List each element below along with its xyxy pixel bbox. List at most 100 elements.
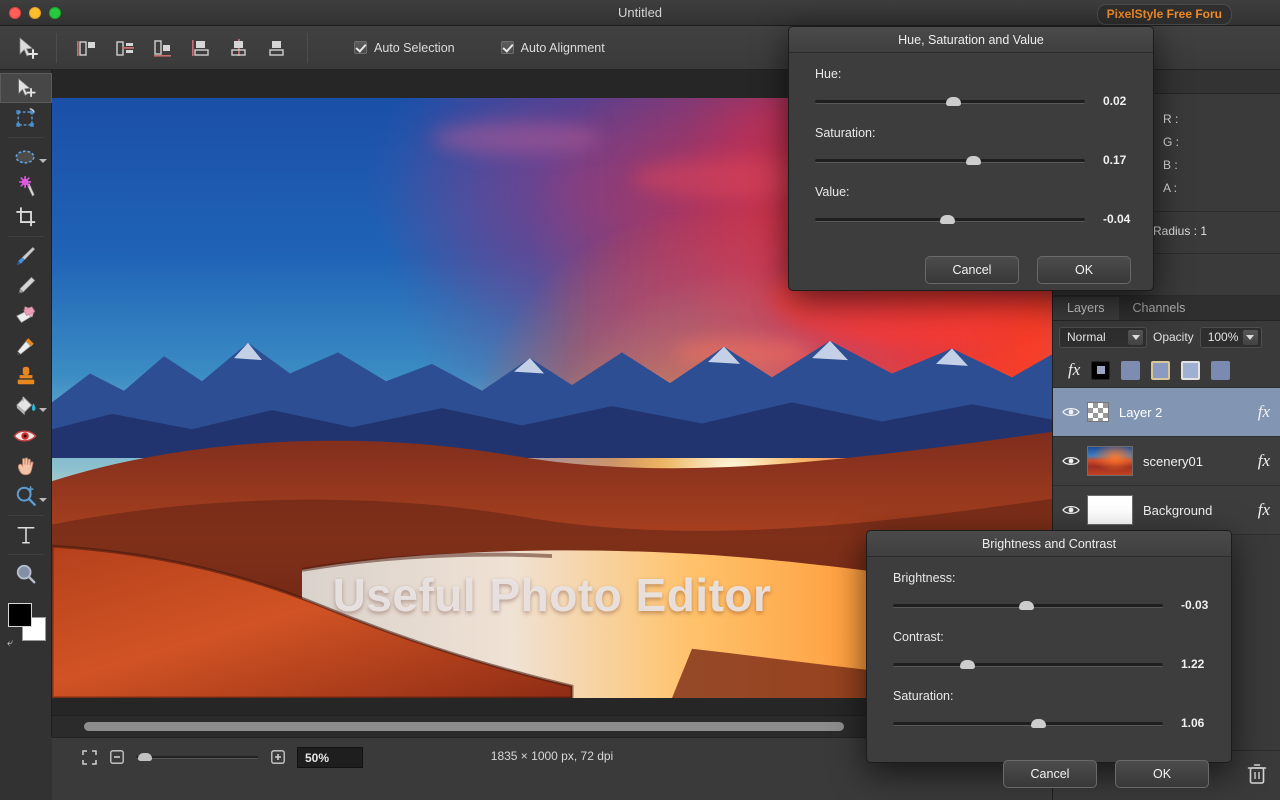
tool-magic-wand[interactable] <box>0 172 52 202</box>
layer-visibility-toggle[interactable] <box>1061 453 1081 469</box>
layer-name-label[interactable]: scenery01 <box>1143 454 1203 469</box>
options-move-tool-button[interactable] <box>0 26 56 70</box>
layer-row-background[interactable]: Background fx <box>1053 486 1280 535</box>
opacity-value: 100% <box>1207 330 1239 344</box>
tool-paint-bucket[interactable] <box>0 391 52 421</box>
layer-fx-badge[interactable]: fx <box>1258 451 1270 471</box>
align-bottom-button[interactable] <box>263 35 291 61</box>
layer-visibility-toggle[interactable] <box>1061 502 1081 518</box>
dialog-buttons: Cancel OK <box>789 244 1153 302</box>
color-readout: R : G : B : A : <box>1163 108 1179 200</box>
scrollbar-thumb[interactable] <box>84 722 844 731</box>
tool-text[interactable] <box>0 520 52 550</box>
tool-move[interactable] <box>0 73 52 103</box>
chevron-down-icon <box>39 408 47 412</box>
tool-transform[interactable] <box>0 103 52 133</box>
title-bar: Untitled PixelStyle Free Foru <box>0 0 1280 26</box>
align-left-icon <box>77 40 95 56</box>
window-title: Untitled <box>617 5 663 20</box>
chevron-down-icon <box>39 159 47 163</box>
dialog-buttons: Cancel OK <box>867 748 1231 800</box>
bc-saturation-slider[interactable]: 1.06 <box>893 716 1209 732</box>
mask-option-5-button[interactable] <box>1211 360 1231 380</box>
tool-elliptical-marquee[interactable] <box>0 142 52 172</box>
layer-thumbnail[interactable] <box>1087 402 1109 422</box>
layer-fx-badge[interactable]: fx <box>1258 402 1270 422</box>
ok-button[interactable]: OK <box>1037 256 1131 284</box>
trash-icon <box>1247 764 1267 784</box>
slider-knob[interactable] <box>1019 601 1034 610</box>
mask-option-4-button[interactable] <box>1181 360 1201 380</box>
contrast-slider[interactable]: 1.22 <box>893 657 1209 673</box>
contrast-label: Contrast: <box>893 630 944 644</box>
promo-badge[interactable]: PixelStyle Free Foru <box>1096 4 1232 25</box>
align-center-vertical-button[interactable] <box>225 35 253 61</box>
dialog-title: Brightness and Contrast <box>867 531 1231 557</box>
paintbrush-icon <box>16 246 36 266</box>
value-slider[interactable]: -0.04 <box>815 212 1131 228</box>
readout-g: G : <box>1163 135 1180 149</box>
align-top-button[interactable] <box>187 35 215 61</box>
value-label: Value: <box>815 185 850 199</box>
layer-name-label[interactable]: Background <box>1143 503 1212 518</box>
layer-name-label[interactable]: Layer 2 <box>1119 405 1162 420</box>
tool-eyedropper[interactable] <box>0 331 52 361</box>
value-value: -0.04 <box>1103 212 1131 226</box>
magnifier-plus-icon <box>16 486 36 506</box>
layer-row-layer-2[interactable]: Layer 2 fx <box>1053 388 1280 437</box>
tool-clone-stamp[interactable] <box>0 361 52 391</box>
slider-track <box>815 159 1085 163</box>
sample-radius-label[interactable]: Radius : 1 <box>1153 224 1207 238</box>
slider-knob[interactable] <box>940 215 955 224</box>
hue-slider[interactable]: 0.02 <box>815 94 1131 110</box>
mask-inner-square <box>1096 366 1105 374</box>
align-buttons-group <box>57 35 307 61</box>
auto-selection-checkbox[interactable]: Auto Selection <box>354 41 455 55</box>
eye-icon <box>1062 407 1080 417</box>
mask-option-2-button[interactable] <box>1121 360 1141 380</box>
tool-eraser[interactable] <box>0 301 52 331</box>
slider-knob[interactable] <box>966 156 981 165</box>
tool-crop[interactable] <box>0 202 52 232</box>
foreground-color-swatch[interactable] <box>8 603 32 627</box>
tool-loupe[interactable] <box>0 559 52 589</box>
ok-button[interactable]: OK <box>1115 760 1209 788</box>
brightness-label: Brightness: <box>893 571 956 585</box>
chevron-down-icon <box>39 498 47 502</box>
slider-knob[interactable] <box>946 97 961 106</box>
tool-hand[interactable] <box>0 451 52 481</box>
tool-red-eye[interactable] <box>0 421 52 451</box>
align-right-icon <box>154 39 171 57</box>
tool-zoom-in[interactable] <box>0 481 52 511</box>
align-left-button[interactable] <box>73 35 101 61</box>
cancel-button[interactable]: Cancel <box>1003 760 1097 788</box>
eraser-icon <box>16 306 36 323</box>
cancel-button[interactable]: Cancel <box>925 256 1019 284</box>
align-right-button[interactable] <box>149 35 177 61</box>
text-t-icon <box>17 526 35 544</box>
slider-knob[interactable] <box>1031 719 1046 728</box>
cursor-plus-icon <box>18 78 36 98</box>
slider-knob[interactable] <box>960 660 975 669</box>
layer-thumbnail[interactable] <box>1087 495 1133 525</box>
checkbox-icon <box>354 41 367 54</box>
opacity-select[interactable]: 100% <box>1199 326 1262 348</box>
mask-option-3-button[interactable] <box>1151 360 1171 380</box>
align-center-horizontal-button[interactable] <box>111 35 139 61</box>
layer-visibility-toggle[interactable] <box>1061 404 1081 420</box>
layer-fx-badge[interactable]: fx <box>1258 500 1270 520</box>
hue-saturation-value-dialog[interactable]: Hue, Saturation and Value Hue: 0.02 Satu… <box>788 26 1154 291</box>
auto-alignment-checkbox[interactable]: Auto Alignment <box>500 41 605 55</box>
layer-thumbnail[interactable] <box>1087 446 1133 476</box>
add-layer-mask-button[interactable] <box>1091 360 1111 380</box>
delete-layer-button[interactable] <box>1247 763 1267 790</box>
saturation-slider[interactable]: 0.17 <box>815 153 1131 169</box>
tool-pencil[interactable] <box>0 271 52 301</box>
tool-brush[interactable] <box>0 241 52 271</box>
brightness-slider[interactable]: -0.03 <box>893 598 1209 614</box>
brightness-contrast-dialog[interactable]: Brightness and Contrast Brightness: -0.0… <box>866 530 1232 788</box>
swap-colors-icon[interactable]: ⤶ <box>7 637 13 650</box>
layer-row-scenery01[interactable]: scenery01 fx <box>1053 437 1280 486</box>
layer-styles-fx-button[interactable]: fx <box>1068 360 1080 380</box>
blend-mode-select[interactable]: Normal <box>1059 326 1147 348</box>
